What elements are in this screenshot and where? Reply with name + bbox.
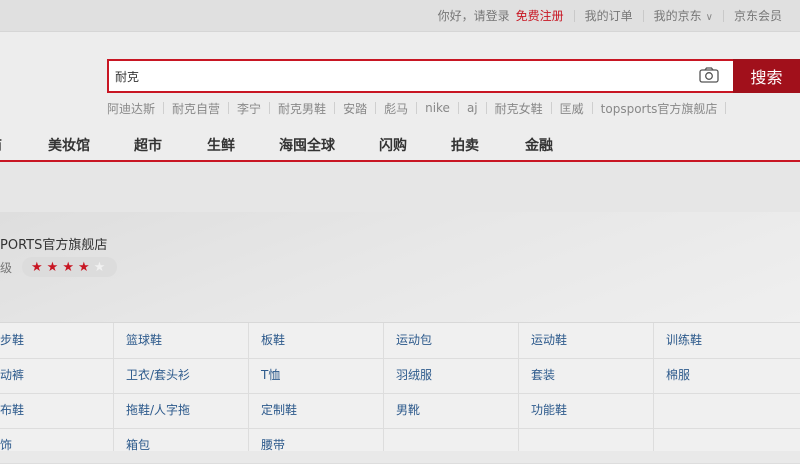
category-grid: 跑步鞋 篮球鞋 板鞋 运动包 运动鞋 训练鞋运动裤 卫衣/套头衫 T恤 羽绒服 套装 棉服帆布鞋 拖鞋… bbox=[0, 322, 800, 464]
category-link[interactable]: 运动裤 bbox=[0, 358, 24, 393]
category-link[interactable]: 男靴 bbox=[396, 393, 420, 428]
category-link[interactable]: 跑步鞋 bbox=[0, 323, 24, 358]
category-link[interactable]: 帆布鞋 bbox=[0, 393, 24, 428]
shop-spacer bbox=[0, 162, 800, 212]
hot-word-link[interactable]: nike bbox=[417, 101, 458, 115]
category-link[interactable]: 功能鞋 bbox=[531, 393, 567, 428]
nav-item[interactable]: 商 bbox=[0, 135, 2, 155]
category-row: 跑步鞋 篮球鞋 板鞋 运动包 运动鞋 训练鞋 bbox=[0, 323, 800, 359]
category-link[interactable]: 棉服 bbox=[666, 358, 690, 393]
shop-banner bbox=[0, 212, 800, 322]
header: 搜索 阿迪达斯耐克自营李宁耐克男鞋安踏彪马nikeaj耐克女鞋匡威topspor… bbox=[0, 32, 800, 164]
category-link[interactable]: 箱包 bbox=[126, 428, 150, 463]
star-icon: ★ bbox=[62, 259, 74, 275]
shop-level-label: 级 bbox=[0, 261, 13, 275]
my-jd-label: 我的京东 bbox=[653, 9, 702, 23]
shop-name[interactable]: PORTS官方旗舰店 bbox=[0, 234, 107, 253]
hot-word-link[interactable]: 阿迪达斯 bbox=[107, 100, 163, 117]
category-link[interactable]: 羽绒服 bbox=[396, 358, 432, 393]
star-icon: ★ bbox=[77, 259, 90, 275]
camera-icon[interactable] bbox=[699, 67, 719, 83]
search-input[interactable] bbox=[109, 61, 701, 91]
my-orders-link[interactable]: 我的订单 bbox=[575, 7, 643, 24]
top-links: 你好，请登录 免费注册 我的订单 我的京东 ∨ 京东会员 bbox=[428, 0, 792, 31]
nav-item[interactable]: 拍卖 bbox=[451, 135, 479, 155]
search-button[interactable]: 搜索 bbox=[733, 59, 800, 93]
my-jd-menu[interactable]: 我的京东 ∨ bbox=[644, 7, 723, 24]
login-link[interactable]: 你好，请登录 bbox=[428, 7, 516, 24]
star-icon: ★ bbox=[46, 259, 59, 275]
category-link[interactable]: T恤 bbox=[261, 358, 280, 393]
hot-word-link[interactable]: 安踏 bbox=[335, 100, 375, 117]
category-link[interactable]: 腰带 bbox=[261, 428, 285, 463]
hot-word-link[interactable]: 耐克自营 bbox=[164, 100, 228, 117]
nav-item[interactable]: 闪购 bbox=[379, 135, 407, 155]
star-icon: ★ bbox=[31, 259, 43, 275]
hot-words: 阿迪达斯 耐克自营 李宁 耐克男鞋 安踏 彪马 nike aj 耐克女鞋 匡威 topsports官… bbox=[107, 100, 727, 117]
category-link[interactable]: 运动鞋 bbox=[531, 323, 567, 358]
nav-item[interactable]: 生鲜 bbox=[207, 135, 235, 155]
category-link[interactable]: 训练鞋 bbox=[666, 323, 702, 358]
category-link[interactable]: 服饰 bbox=[0, 428, 12, 463]
hot-word-link[interactable]: aj bbox=[459, 101, 486, 115]
hot-word-link[interactable]: 耐克女鞋 bbox=[487, 100, 551, 117]
nav-item[interactable]: 美妆馆 bbox=[48, 135, 90, 155]
shop-rating: ★ ★ ★ ★ ★ bbox=[22, 257, 117, 277]
hot-word-link[interactable]: 耐克男鞋 bbox=[270, 100, 334, 117]
category-link[interactable]: 拖鞋/人字拖 bbox=[126, 393, 190, 428]
jd-member-link[interactable]: 京东会员 bbox=[724, 7, 792, 24]
category-row: 帆布鞋 拖鞋/人字拖 定制鞋 男靴 功能鞋 bbox=[0, 393, 800, 429]
register-link[interactable]: 免费注册 bbox=[516, 7, 574, 24]
divider bbox=[725, 102, 727, 114]
category-link[interactable]: 板鞋 bbox=[261, 323, 285, 358]
nav-item[interactable]: 海囤全球 bbox=[279, 135, 335, 155]
nav-item[interactable]: 超市 bbox=[134, 135, 162, 155]
chevron-down-icon: ∨ bbox=[705, 12, 713, 23]
category-row: 运动裤 卫衣/套头衫 T恤 羽绒服 套装 棉服 bbox=[0, 358, 800, 394]
category-link[interactable]: 卫衣/套头衫 bbox=[126, 358, 190, 393]
hot-word-link[interactable]: 李宁 bbox=[229, 100, 269, 117]
category-link[interactable]: 篮球鞋 bbox=[126, 323, 162, 358]
star-icon: ★ bbox=[93, 259, 106, 275]
category-link[interactable]: 定制鞋 bbox=[261, 393, 297, 428]
hot-word-link[interactable]: topsports官方旗舰店 bbox=[593, 100, 726, 117]
hot-word-link[interactable]: 匡威 bbox=[552, 100, 592, 117]
category-row: 服饰 箱包 腰带 bbox=[0, 428, 800, 464]
top-bar: 你好，请登录 免费注册 我的订单 我的京东 ∨ 京东会员 bbox=[0, 0, 800, 32]
hot-word-link[interactable]: 彪马 bbox=[376, 100, 416, 117]
category-link[interactable]: 运动包 bbox=[396, 323, 432, 358]
category-link[interactable]: 套装 bbox=[531, 358, 555, 393]
nav-item[interactable]: 金融 bbox=[525, 135, 553, 155]
search-box bbox=[107, 59, 735, 93]
